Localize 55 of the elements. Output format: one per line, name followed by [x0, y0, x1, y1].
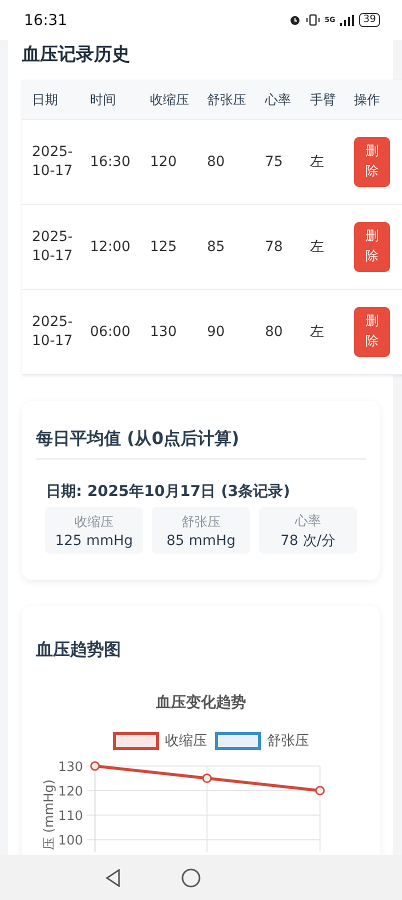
signal-icon	[340, 14, 354, 26]
card-title: 血压趋势图	[36, 639, 122, 662]
data-point	[90, 761, 100, 771]
battery-level: 39	[359, 13, 380, 27]
table-cell-text: 90	[207, 322, 226, 342]
column-header: 收缩压	[150, 92, 190, 108]
legend-label: 收缩压	[165, 732, 207, 750]
y-tick-label: 110	[58, 809, 83, 824]
stat-label: 收缩压	[74, 514, 114, 530]
card-title: 每日平均值 (从0点后计算)	[36, 427, 366, 460]
table-cell-text: 125	[150, 238, 178, 256]
column-header: 日期	[32, 92, 59, 108]
delete-button[interactable]: 删除	[354, 307, 390, 357]
table-cell-text: 左	[310, 152, 325, 172]
table-cell-text: 06:00	[90, 322, 132, 342]
table-cell-text: 左	[310, 238, 325, 256]
y-tick-label: 100	[58, 834, 83, 849]
table-cell-text: 16:30	[90, 152, 132, 172]
data-point	[315, 786, 325, 796]
table-cell-text: 120	[150, 152, 178, 172]
delete-button[interactable]: 删除	[354, 137, 390, 187]
column-header: 舒张压	[207, 92, 247, 108]
stat-value: 78 次/分	[280, 532, 336, 550]
table-cell-text: 130	[150, 322, 178, 342]
back-icon[interactable]	[105, 868, 121, 886]
y-tick-label: 130	[58, 760, 83, 775]
y-tick-label: 120	[58, 784, 83, 800]
legend-label: 舒张压	[267, 732, 309, 750]
home-icon[interactable]	[181, 868, 201, 888]
data-point	[202, 774, 212, 784]
table-cell-text: 78	[265, 238, 284, 256]
table-cell: 2025-10-17	[32, 228, 74, 266]
column-header: 心率	[265, 92, 292, 108]
stat-value: 125 mmHg	[55, 532, 133, 548]
table-cell: 2025-10-17	[32, 313, 74, 351]
column-header: 操作	[354, 92, 381, 108]
table-cell-text: 左	[310, 322, 325, 342]
date-summary: 日期: 2025年10月17日 (3条记录)	[46, 482, 292, 501]
stat-label: 心率	[295, 512, 321, 530]
delete-button[interactable]: 删除	[354, 222, 390, 272]
section-title: 血压记录历史	[22, 43, 131, 67]
vibrate-icon	[306, 14, 320, 26]
column-header: 时间	[90, 92, 117, 108]
table-cell-text: 75	[265, 152, 284, 172]
stat-value: 85 mmHg	[166, 532, 236, 548]
table-cell-text: 85	[207, 238, 226, 256]
table-cell-text: 80	[207, 152, 226, 172]
chart-title: 血压变化趋势	[156, 693, 246, 712]
table-cell-text: 80	[265, 322, 284, 342]
table-cell: 2025-10-17	[32, 143, 74, 181]
column-header: 手臂	[310, 92, 337, 108]
stat-label: 舒张压	[182, 514, 220, 530]
table-cell-text: 12:00	[90, 238, 132, 256]
status-time: 16:31	[24, 11, 68, 29]
y-axis-label: 压 (mmHg)	[42, 779, 57, 850]
